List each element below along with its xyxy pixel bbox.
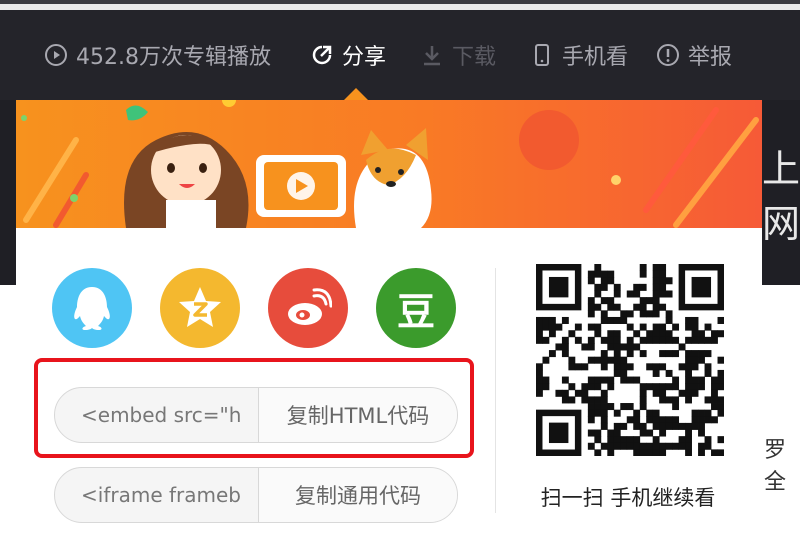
download-button[interactable]: 下载 bbox=[420, 40, 496, 70]
background-text-fragment: 罗全 bbox=[764, 438, 787, 495]
weibo-icon bbox=[288, 288, 332, 325]
mobile-watch-label: 手机看 bbox=[562, 45, 629, 70]
background-title-fragment: 上网 bbox=[762, 147, 800, 246]
share-icon bbox=[310, 43, 334, 67]
popover-caret bbox=[344, 88, 368, 100]
phone-icon bbox=[530, 43, 554, 67]
download-icon bbox=[420, 43, 444, 67]
qr-code bbox=[536, 264, 724, 456]
qq-penguin-icon bbox=[74, 287, 110, 330]
share-weibo-button[interactable] bbox=[268, 268, 348, 348]
report-label: 举报 bbox=[688, 45, 733, 70]
panel-divider bbox=[495, 268, 496, 513]
copy-html-button[interactable]: 复制HTML代码 bbox=[259, 388, 457, 442]
report-button[interactable]: 举报 bbox=[656, 40, 732, 70]
qr-caption: 扫一扫 手机继续看 bbox=[540, 486, 716, 510]
share-label: 分享 bbox=[342, 45, 387, 70]
share-douban-button[interactable]: 豆 bbox=[376, 268, 456, 348]
play-count: 452.8万次专辑播放 bbox=[44, 40, 271, 70]
video-toolbar: 452.8万次专辑播放 分享 下载 手机看 举报 bbox=[0, 10, 800, 100]
embed-html-row: <embed src="h 复制HTML代码 bbox=[54, 387, 458, 443]
copy-iframe-button[interactable]: 复制通用代码 bbox=[259, 468, 457, 522]
share-qzone-button[interactable] bbox=[160, 268, 240, 348]
embed-html-field[interactable]: <embed src="h bbox=[55, 388, 259, 442]
mobile-watch-button[interactable]: 手机看 bbox=[530, 40, 628, 70]
douban-icon: 豆 bbox=[396, 289, 435, 334]
share-banner-illustration bbox=[16, 100, 762, 228]
share-button[interactable]: 分享 bbox=[310, 40, 386, 70]
download-label: 下载 bbox=[452, 45, 497, 70]
share-panel: 豆 <embed src="h 复制HTML代码 <iframe frameb … bbox=[16, 100, 762, 541]
play-count-text: 452.8万次专辑播放 bbox=[76, 45, 271, 70]
share-qq-button[interactable] bbox=[52, 268, 132, 348]
embed-iframe-field[interactable]: <iframe frameb bbox=[55, 468, 259, 522]
background-left bbox=[0, 100, 16, 300]
top-strip bbox=[0, 0, 800, 10]
play-circle-icon bbox=[44, 43, 68, 67]
alert-icon bbox=[656, 43, 680, 67]
embed-iframe-row: <iframe frameb 复制通用代码 bbox=[54, 467, 458, 523]
social-share-list: 豆 bbox=[16, 268, 496, 348]
qzone-star-icon bbox=[179, 287, 221, 327]
